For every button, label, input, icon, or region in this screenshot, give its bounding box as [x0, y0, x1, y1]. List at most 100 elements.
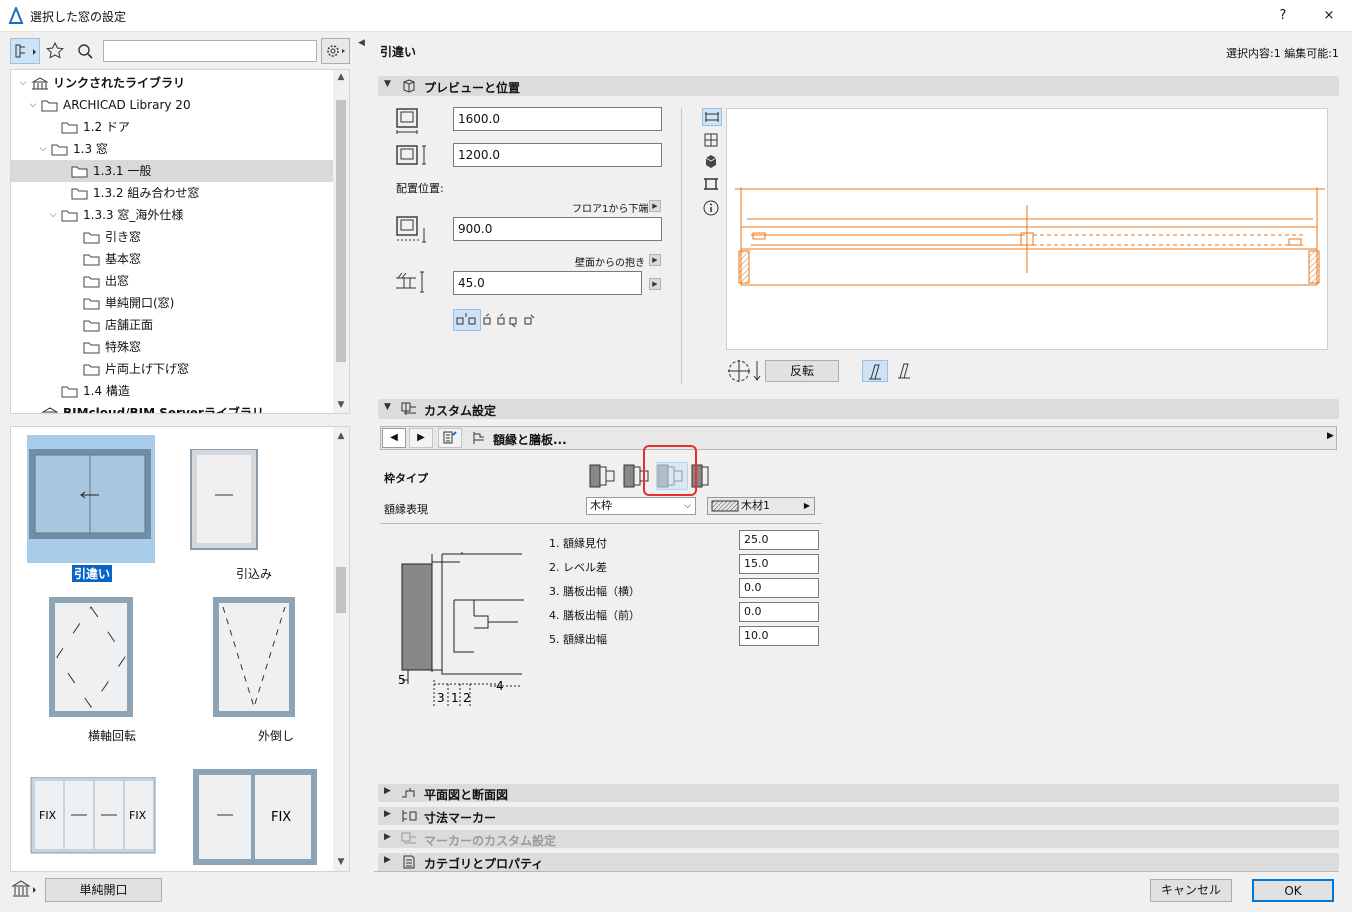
reveal-reference-dropdown-icon[interactable]: ▶: [649, 254, 661, 266]
tree-item[interactable]: ⌵ 1.3 窓: [11, 138, 335, 160]
param-input[interactable]: 10.0: [739, 626, 819, 646]
view-section-button[interactable]: [702, 176, 722, 194]
section-custom-header[interactable]: ▼ カスタム設定: [378, 399, 1339, 419]
tree-item[interactable]: 基本窓: [11, 248, 335, 270]
scrollbar-thumb[interactable]: [336, 567, 346, 613]
scroll-down-icon[interactable]: ▼: [333, 400, 349, 410]
gallery-scrollbar[interactable]: ▲ ▼: [333, 427, 349, 871]
svg-text:FIX: FIX: [129, 809, 147, 822]
library-search-input[interactable]: [103, 40, 317, 62]
tree-scrollbar[interactable]: ▲ ▼: [333, 70, 349, 413]
expand-right-icon: ▶: [384, 809, 391, 819]
settings-gear-button[interactable]: [321, 38, 350, 64]
tree-item[interactable]: 片両上げ下げ窓: [11, 358, 335, 380]
expand-chevron-icon[interactable]: ⌵: [17, 72, 29, 94]
expand-down-icon: ▼: [384, 79, 391, 89]
ok-button[interactable]: OK: [1252, 879, 1334, 902]
mirror-left-button[interactable]: [862, 360, 888, 382]
panel-collapse-icon[interactable]: ◀: [358, 38, 365, 48]
object-browser-button[interactable]: [10, 38, 40, 64]
empty-opening-button[interactable]: 単純開口: [45, 878, 162, 902]
width-input[interactable]: 1600.0: [453, 107, 662, 131]
section-title: プレビューと位置: [424, 81, 521, 95]
expand-chevron-icon[interactable]: ⌵: [27, 94, 39, 116]
view-info-button[interactable]: [702, 199, 722, 217]
view-3d-button[interactable]: [702, 154, 722, 172]
param-input[interactable]: 0.0: [739, 578, 819, 598]
param-input[interactable]: 0.0: [739, 602, 819, 622]
section-collapsed: ▶ マーカーのカスタム設定: [378, 830, 1339, 848]
folder-icon: [61, 210, 78, 222]
tree-item[interactable]: ⌵ ARCHICAD Library 20: [11, 94, 335, 116]
tree-item-label: 店舗正面: [105, 318, 154, 332]
mirror-right-button[interactable]: [892, 360, 918, 382]
tree-item[interactable]: 1.3.1 一般: [11, 160, 335, 182]
next-page-button[interactable]: ▶: [409, 428, 433, 448]
favorites-icon[interactable]: [44, 38, 66, 64]
dim-5-label: 5: [398, 673, 406, 687]
casing-type-value: 木枠: [590, 499, 612, 512]
close-button[interactable]: ×: [1316, 4, 1342, 28]
tree-item[interactable]: 特殊窓: [11, 336, 335, 358]
page-list-button[interactable]: [438, 428, 462, 448]
section-collapsed[interactable]: ▶ 寸法マーカー: [378, 807, 1339, 825]
folder-icon: [71, 188, 88, 200]
tree-item[interactable]: 1.4 構造: [11, 380, 335, 402]
expand-chevron-icon[interactable]: ⌵: [37, 138, 49, 160]
marker-custom-icon: [401, 832, 416, 844]
param-input[interactable]: 15.0: [739, 554, 819, 574]
casing-type-dropdown[interactable]: 木枠 ⌵: [586, 497, 696, 515]
tree-item-label: 出窓: [105, 274, 130, 288]
sill-reference-dropdown-icon[interactable]: ▶: [649, 200, 661, 212]
anchor-option-selected[interactable]: [453, 309, 481, 331]
section-preview-header[interactable]: ▼ プレビューと位置: [378, 76, 1339, 96]
library-toolbar: [8, 38, 352, 66]
tree-item[interactable]: 引き窓: [11, 226, 335, 248]
scroll-down-icon[interactable]: ▼: [333, 857, 349, 867]
divider: [380, 523, 822, 524]
search-icon[interactable]: [74, 38, 96, 64]
gallery-item-text: 引込み: [235, 567, 272, 581]
reveal-depth-input[interactable]: 45.0: [453, 271, 642, 295]
tree-item[interactable]: 単純開口(窓): [11, 292, 335, 314]
gallery-item-label: 引込み: [189, 565, 319, 582]
sill-reference-label[interactable]: フロア1から下端: [572, 200, 648, 215]
view-plan-button[interactable]: [702, 132, 722, 150]
section-collapsed[interactable]: ▶ 平面図と断面図: [378, 784, 1339, 802]
scroll-up-icon[interactable]: ▲: [333, 72, 349, 82]
library-manager-button[interactable]: [9, 877, 41, 901]
category-properties-icon: [403, 855, 415, 869]
tree-item[interactable]: 出窓: [11, 270, 335, 292]
page-title[interactable]: 額縁と膳板...: [493, 431, 567, 448]
cancel-button[interactable]: キャンセル: [1150, 879, 1232, 902]
page-menu-icon[interactable]: ▶: [1327, 431, 1334, 441]
view-elevation-button[interactable]: [702, 108, 722, 126]
param-label: 2. レベル差: [549, 561, 607, 574]
tree-item[interactable]: 1.3.2 組み合わせ窓: [11, 182, 335, 204]
scrollbar-thumb[interactable]: [336, 100, 346, 362]
anchor-edge-icon[interactable]: [522, 312, 538, 330]
expand-chevron-icon[interactable]: ⌵: [47, 204, 59, 226]
param-input[interactable]: 25.0: [739, 530, 819, 550]
plan-view-icon: [704, 133, 718, 147]
material-dropdown[interactable]: 木材1 ▶: [707, 497, 815, 515]
tree-item[interactable]: 1.2 ドア: [11, 116, 335, 138]
reveal-reference-label[interactable]: 壁面からの抱き: [575, 254, 645, 269]
parameter-page-bar: ◀ ▶ 額縁と膳板... ▶: [380, 426, 1337, 450]
prev-page-button[interactable]: ◀: [382, 428, 406, 448]
tree-item-label: BIMcloud/BIM Serverライブラリ: [63, 406, 264, 414]
anchor-center-icon: [456, 313, 476, 325]
tree-item[interactable]: ⌵ 1.3.3 窓_海外仕様: [11, 204, 335, 226]
reveal-depth-menu-icon[interactable]: ▶: [649, 278, 661, 290]
tree-item[interactable]: ⌵ リンクされたライブラリ: [11, 72, 335, 94]
sill-height-input[interactable]: 900.0: [453, 217, 662, 241]
folder-icon: [71, 166, 88, 178]
help-button[interactable]: ?: [1270, 4, 1296, 28]
tree-item[interactable]: 店舗正面: [11, 314, 335, 336]
rotate-3d-icon[interactable]: [724, 356, 764, 386]
scroll-up-icon[interactable]: ▲: [333, 431, 349, 441]
tree-item[interactable]: BIMcloud/BIM Serverライブラリ: [11, 402, 335, 414]
section-collapsed[interactable]: ▶ カテゴリとプロパティ: [378, 853, 1339, 871]
flip-button[interactable]: 反転: [765, 360, 839, 382]
height-input[interactable]: 1200.0: [453, 143, 662, 167]
